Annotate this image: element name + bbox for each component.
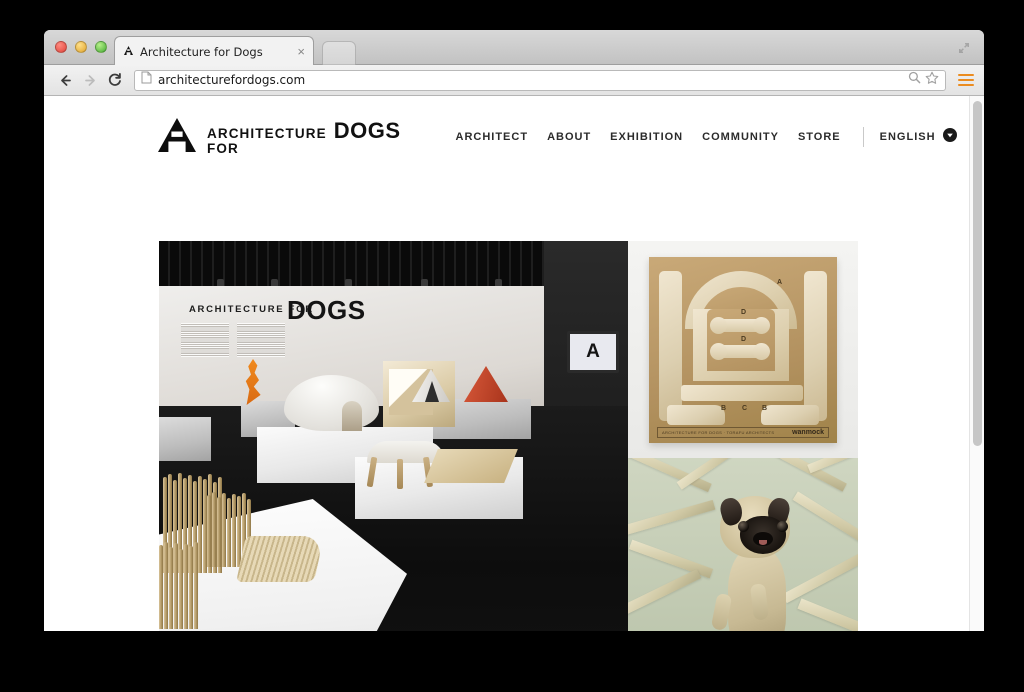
plywood-mat-exhibit [424,449,518,483]
address-bar[interactable]: architecturefordogs.com [134,69,946,91]
site-logo[interactable]: ARCHITECTURE FOR DOGS [157,117,401,158]
gallery-scene: ARCHITECTURE FOR DOGS A [159,241,628,631]
site-header: ARCHITECTURE FOR DOGS ARCHITECT ABOUT EX… [44,96,984,178]
brand-line-1: ARCHITECTURE FOR [207,126,327,156]
pug-in-maze-photo[interactable] [628,458,858,631]
wall-text-large: DOGS [287,295,366,325]
new-tab-button[interactable] [322,41,356,65]
page-scrollbar[interactable] [969,96,984,631]
kit-mark-a: A [777,279,783,286]
kit-part-foot-left [667,405,725,425]
browser-tab-strip: Architecture for Dogs × [44,30,984,66]
back-arrow-icon[interactable] [54,69,76,91]
kit-mark-b: B [762,405,768,412]
dowel-tube-cluster [159,541,199,629]
nav-item-exhibition[interactable]: EXHIBITION [610,131,683,143]
plywood-kit-board: A D D B C B ARCHITECTURE FOR DOGS · TORA… [649,257,837,443]
exhibition-gallery-photo[interactable]: ARCHITECTURE FOR DOGS A [159,241,628,631]
pug-head [717,495,793,558]
kit-mark-b: B [721,405,727,412]
kit-mark-d: D [741,309,747,316]
site-nav: ARCHITECT ABOUT EXHIBITION COMMUNITY STO… [456,127,957,147]
kit-part-leg-left [659,271,682,421]
kit-part-foot-right [761,405,819,425]
chevron-down-circle-icon [942,127,957,147]
nav-divider [862,127,864,147]
nav-item-architect[interactable]: ARCHITECT [456,131,529,143]
nav-item-store[interactable]: STORE [798,131,841,143]
brand-line-2: DOGS [333,118,401,143]
pug-face-mask [738,516,788,554]
kit-mark-d: D [741,336,747,343]
page-scrollbar-thumb[interactable] [973,101,982,446]
address-bar-url: architecturefordogs.com [158,73,306,87]
window-minimize-button[interactable] [75,41,87,53]
browser-window: Architecture for Dogs × architectureford… [44,30,984,631]
monitor-logo-text: A [586,341,600,362]
kit-mark-c: C [742,405,748,412]
wanmock-plywood-kit-photo[interactable]: A D D B C B ARCHITECTURE FOR DOGS · TORA… [628,241,858,458]
window-close-button[interactable] [55,41,67,53]
dog-house-a-logo-icon [157,117,197,158]
forward-arrow-icon[interactable] [79,69,101,91]
kit-brand-name: wanmock [792,429,824,436]
fullscreen-icon[interactable] [956,40,972,56]
wall-monitor: A [567,331,619,373]
tab-favicon-a-logo [123,43,134,61]
nav-item-about[interactable]: ABOUT [547,131,591,143]
star-icon[interactable] [925,71,939,90]
browser-toolbar: architecturefordogs.com [44,65,984,96]
page-viewport: ARCHITECTURE FOR DOGS ARCHITECT ABOUT EX… [44,96,984,631]
kit-part-bar [681,385,803,401]
dome-door [342,401,362,431]
exhibit-plinth [159,417,211,461]
pug-eye [738,521,749,532]
tab-close-icon[interactable]: × [291,45,305,58]
page-document-icon [141,71,152,89]
hero-side-column: A D D B C B ARCHITECTURE FOR DOGS · TORA… [628,241,858,631]
nav-item-community[interactable]: COMMUNITY [702,131,779,143]
site-wordmark: ARCHITECTURE FOR DOGS [207,118,401,156]
pug-dog [710,495,802,631]
window-traffic-lights [55,41,107,53]
window-zoom-button[interactable] [95,41,107,53]
language-switcher[interactable]: ENGLISH [879,127,957,147]
kit-part-bone [710,343,770,360]
language-label: ENGLISH [879,131,936,143]
tab-title: Architecture for Dogs [140,44,263,59]
hamburger-menu-icon[interactable] [958,71,974,89]
kit-footer-label: ARCHITECTURE FOR DOGS · TORAFU ARCHITECT… [657,427,829,438]
pug-tongue [759,540,767,545]
magnifier-icon[interactable] [908,71,921,89]
pug-eye [777,521,788,532]
wall-info-panel [237,323,285,357]
reload-icon[interactable] [104,69,126,91]
hero-gallery: ARCHITECTURE FOR DOGS A A D D B C B ARCH… [159,241,858,631]
kit-part-bone [710,317,770,334]
kit-part-leg-right [804,271,827,421]
browser-tab[interactable]: Architecture for Dogs × [114,36,314,66]
kit-footer-text: ARCHITECTURE FOR DOGS · TORAFU ARCHITECT… [662,430,775,435]
rolled-dowel-mat-exhibit [236,536,324,582]
table-leg [397,459,403,489]
wall-info-panel [181,323,229,357]
